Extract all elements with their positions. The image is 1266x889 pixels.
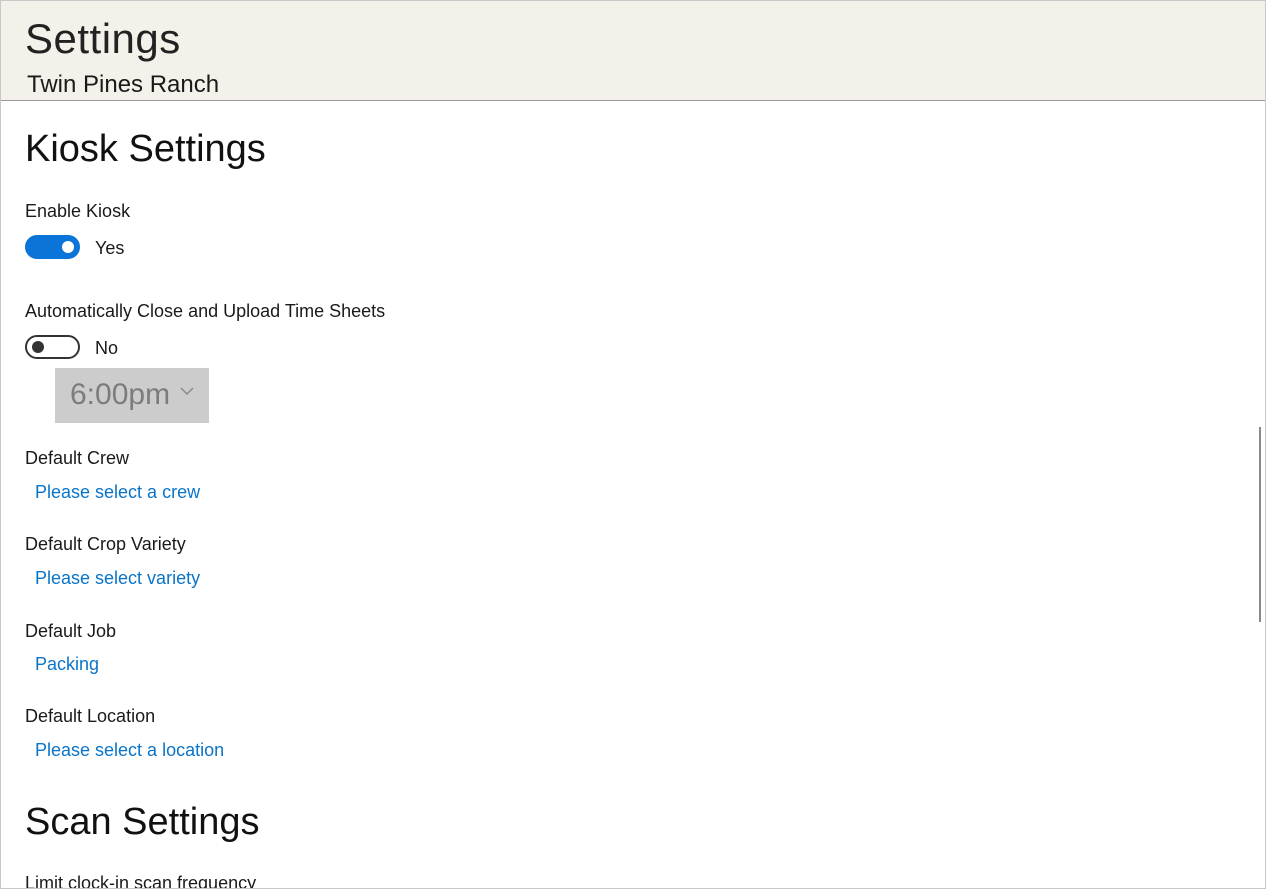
default-crop-variety-label: Default Crop Variety xyxy=(25,534,186,554)
limit-clock-in-label: Limit clock-in scan frequency xyxy=(25,873,257,888)
toggle-knob xyxy=(32,341,44,353)
enable-kiosk-toggle[interactable] xyxy=(25,235,80,259)
default-crew-link[interactable]: Please select a crew xyxy=(35,482,200,503)
vertical-scrollbar-thumb[interactable] xyxy=(1259,427,1261,622)
default-crew-label: Default Crew xyxy=(25,448,130,468)
auto-close-toggle[interactable] xyxy=(25,335,80,359)
kiosk-settings-heading: Kiosk Settings xyxy=(25,128,266,170)
close-time-value: 6:00pm xyxy=(70,378,171,411)
default-job-link[interactable]: Packing xyxy=(35,654,99,675)
page-title: Settings xyxy=(25,15,181,62)
auto-close-label: Automatically Close and Upload Time Shee… xyxy=(25,301,386,321)
scan-settings-heading: Scan Settings xyxy=(25,801,260,843)
default-crop-variety-link[interactable]: Please select variety xyxy=(35,568,200,589)
enable-kiosk-label: Enable Kiosk xyxy=(25,201,131,221)
auto-close-state: No xyxy=(95,338,119,358)
settings-content[interactable]: Kiosk Settings Enable Kiosk Yes Automati… xyxy=(1,101,1255,888)
close-time-dropdown[interactable]: 6:00pm xyxy=(55,368,209,423)
page-subtitle: Twin Pines Ranch xyxy=(27,71,220,98)
default-job-label: Default Job xyxy=(25,621,117,641)
default-location-link[interactable]: Please select a location xyxy=(35,740,224,761)
chevron-down-icon xyxy=(180,387,194,396)
page-header: Settings Twin Pines Ranch xyxy=(1,1,1265,101)
settings-window: Settings Twin Pines Ranch Kiosk Settings… xyxy=(0,0,1266,889)
toggle-knob xyxy=(62,241,74,253)
default-location-label: Default Location xyxy=(25,706,156,726)
enable-kiosk-state: Yes xyxy=(95,238,125,258)
